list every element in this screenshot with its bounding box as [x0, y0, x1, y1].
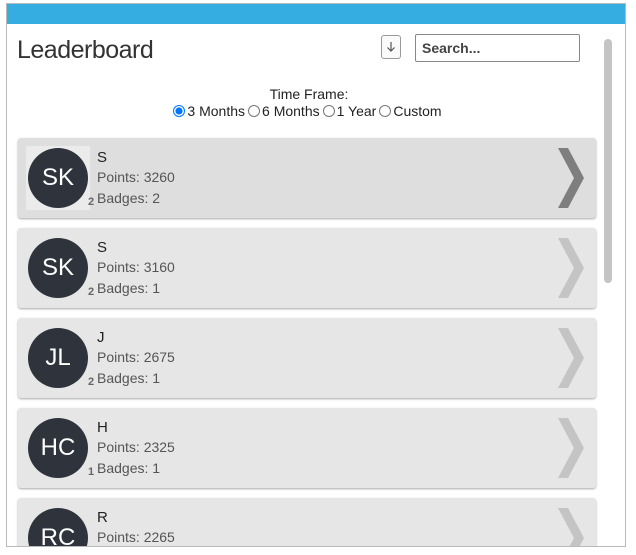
leader-points: Points: 3160: [97, 259, 175, 275]
avatar-wrap: HC 1: [26, 416, 94, 480]
avatar-wrap: SK 2: [26, 146, 94, 210]
radio-1-year[interactable]: 1 Year: [322, 103, 377, 119]
time-frame-label: Time Frame:: [269, 86, 349, 102]
rank-badge: 1: [88, 466, 95, 478]
radio-1-year-label: 1 Year: [336, 103, 377, 119]
leader-card[interactable]: SK 2 S Points: 3160 Badges: 1: [18, 228, 596, 308]
rank-badge: 2: [88, 376, 95, 388]
rank-badge: 2: [88, 196, 95, 208]
radio-6-months-label: 6 Months: [262, 103, 320, 119]
leader-card[interactable]: HC 1 H Points: 2325 Badges: 1: [18, 408, 596, 488]
time-frame-options: 3 Months 6 Months 1 Year Custom: [7, 103, 611, 119]
chevron-right-icon[interactable]: [556, 146, 586, 210]
radio-6-months[interactable]: 6 Months: [248, 103, 320, 119]
radio-6-months-input[interactable]: [248, 105, 261, 117]
leader-badges: Badges: 1: [97, 370, 161, 386]
avatar-wrap: RC: [26, 506, 90, 546]
avatar: JL: [28, 328, 88, 388]
avatar: HC: [28, 418, 88, 478]
leader-name: S: [97, 149, 108, 166]
leader-card[interactable]: RC R Points: 2265: [18, 498, 596, 547]
chevron-right-icon[interactable]: [556, 326, 586, 390]
chevron-right-icon[interactable]: [556, 236, 586, 300]
radio-3-months-input[interactable]: [173, 105, 186, 117]
leader-badges: Badges: 1: [97, 280, 161, 296]
radio-3-months[interactable]: 3 Months: [173, 103, 245, 119]
chevron-right-icon[interactable]: [556, 506, 586, 547]
leader-name: J: [97, 329, 105, 346]
scrollbar-thumb[interactable]: [604, 39, 612, 283]
leader-points: Points: 2675: [97, 349, 175, 365]
leader-badges: Badges: 1: [97, 460, 161, 476]
time-frame-selector: Time Frame: 3 Months 6 Months 1 Year Cus…: [7, 86, 611, 119]
app-frame: Leaderboard Time Frame: 3 Months 6 Month…: [6, 3, 626, 547]
down-arrow-icon: [387, 42, 395, 52]
leader-points: Points: 3260: [97, 169, 175, 185]
sort-button[interactable]: [381, 35, 401, 59]
top-bar: [7, 4, 625, 24]
chevron-right-icon[interactable]: [556, 416, 586, 480]
search-input[interactable]: [415, 34, 580, 62]
leader-badges: Badges: 2: [97, 190, 161, 206]
leader-name: R: [97, 509, 108, 526]
leader-name: S: [97, 239, 108, 256]
page-title: Leaderboard: [17, 36, 154, 64]
radio-3-months-label: 3 Months: [187, 103, 246, 119]
radio-custom-label: Custom: [393, 103, 442, 119]
leader-points: Points: 2265: [97, 529, 175, 545]
leader-card[interactable]: JL 2 J Points: 2675 Badges: 1: [18, 318, 596, 398]
avatar: SK: [28, 238, 88, 298]
avatar-wrap: SK 2: [26, 236, 94, 300]
avatar-wrap: JL 2: [26, 326, 94, 390]
radio-custom[interactable]: Custom: [379, 103, 442, 119]
radio-custom-input[interactable]: [379, 105, 392, 117]
avatar: RC: [28, 508, 88, 546]
radio-1-year-input[interactable]: [322, 105, 335, 117]
leader-points: Points: 2325: [97, 439, 175, 455]
avatar: SK: [28, 148, 88, 208]
leader-card[interactable]: SK 2 S Points: 3260 Badges: 2: [18, 138, 596, 218]
scrollbar[interactable]: [604, 34, 614, 544]
leader-name: H: [97, 419, 108, 436]
rank-badge: 2: [88, 286, 95, 298]
